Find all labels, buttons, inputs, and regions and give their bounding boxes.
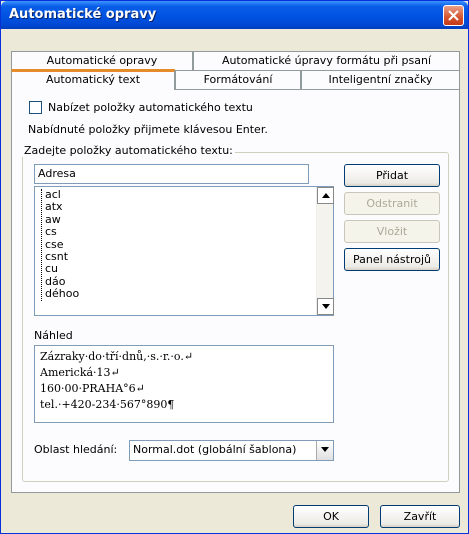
group-label: Zadejte položky automatického textu: — [22, 144, 235, 157]
list-item[interactable]: cs — [42, 225, 313, 238]
tab-automaticke-upravy-formatu[interactable]: Automatické úpravy formátu při psaní — [193, 51, 460, 70]
list-item[interactable]: acl — [42, 188, 313, 201]
list-items: acl atx aw cs cse csnt cu dáo déhoo — [41, 188, 313, 301]
autotext-checkbox[interactable] — [29, 101, 42, 114]
close-icon[interactable] — [443, 5, 464, 26]
list-item[interactable]: aw — [42, 213, 313, 226]
insert-button[interactable]: Vložit — [344, 220, 440, 243]
preview-line: tel.·+420-234·567°890¶ — [40, 398, 175, 411]
title-bar[interactable]: Automatické opravy — [1, 1, 468, 29]
preview-box: Zázraky·do·tří·dnů,·s.·r.·o.↵ Americká·1… — [34, 345, 334, 423]
tab-formatovani[interactable]: Formátování — [175, 70, 301, 89]
search-label: Oblast hledání: — [34, 443, 118, 456]
search-combo[interactable]: Normal.dot (globální šablona) — [129, 440, 334, 461]
preview-line: Americká·13↵ — [40, 366, 120, 379]
remove-button[interactable]: Odstranit — [344, 192, 440, 215]
list-item[interactable]: csnt — [42, 250, 313, 263]
checkbox-label: Nabízet položky automatického textu — [48, 101, 253, 114]
window-title: Automatické opravy — [9, 7, 157, 22]
tab-automaticke-opravy[interactable]: Automatické opravy — [11, 51, 193, 70]
tab-inteligentni-znacky[interactable]: Inteligentní značky — [301, 70, 460, 89]
scroll-up-icon[interactable] — [317, 187, 334, 204]
hint-text: Nabídnuté položky přijmete klávesou Ente… — [28, 123, 268, 136]
close-button[interactable]: Zavřít — [380, 505, 460, 528]
ok-button[interactable]: OK — [293, 505, 369, 528]
autotext-list[interactable]: acl atx aw cs cse csnt cu dáo déhoo — [34, 186, 334, 316]
list-item[interactable]: cu — [42, 263, 313, 275]
add-button[interactable]: Přidat — [344, 164, 440, 187]
scroll-down-icon[interactable] — [317, 298, 334, 315]
search-combo-value: Normal.dot (globální šablona) — [133, 443, 297, 456]
list-item[interactable]: cse — [42, 238, 313, 251]
tab-panel: Nabízet položky automatického textu Nabí… — [11, 89, 460, 493]
autotext-entry-input[interactable]: Adresa — [34, 164, 309, 184]
preview-label: Náhled — [34, 329, 73, 342]
list-item[interactable]: atx — [42, 201, 313, 213]
dialog-window: Automatické opravy Automatické opravy Au… — [0, 0, 469, 534]
preview-line: 160·00·PRAHA°6↵ — [40, 382, 145, 395]
preview-line: Zázraky·do·tří·dnů,·s.·r.·o.↵ — [40, 350, 194, 363]
list-item[interactable]: dáo — [42, 275, 313, 288]
chevron-down-icon[interactable] — [316, 441, 333, 460]
list-item[interactable]: déhoo — [42, 287, 313, 300]
list-scrollbar[interactable] — [316, 187, 334, 315]
toolbar-button[interactable]: Panel nástrojů — [344, 248, 440, 271]
tab-automaticky-text[interactable]: Automatický text — [11, 69, 175, 90]
